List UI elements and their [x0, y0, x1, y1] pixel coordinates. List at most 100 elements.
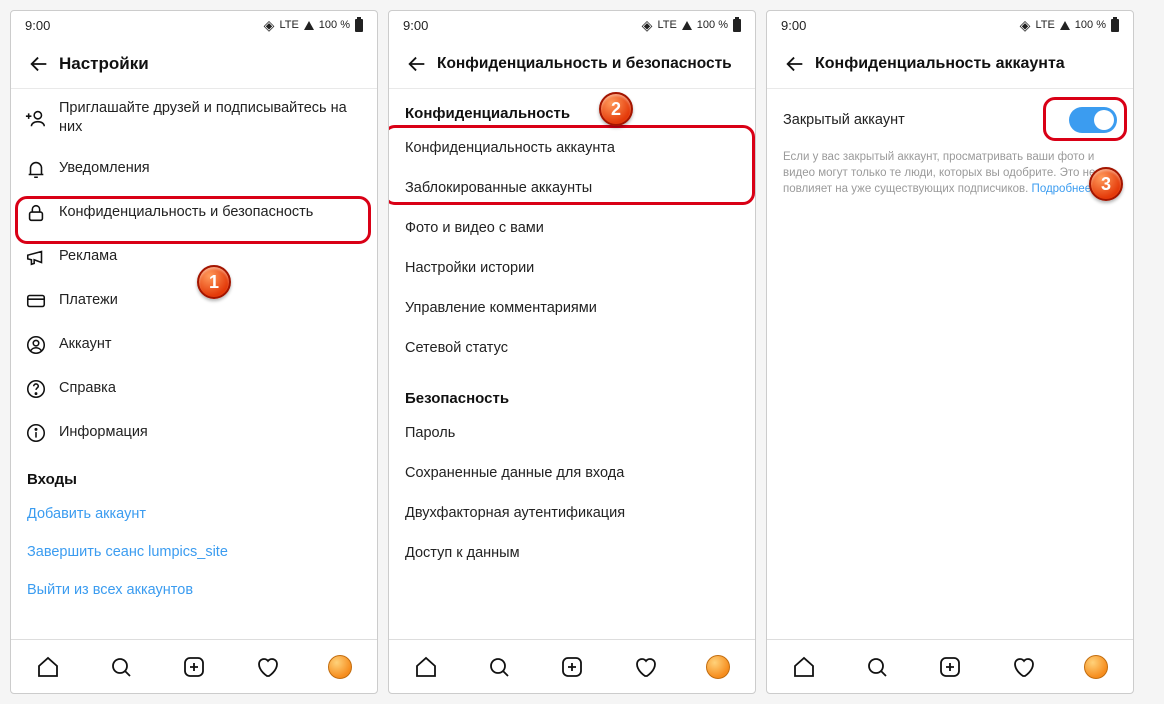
row-comments[interactable]: Управление комментариями [389, 288, 755, 328]
row-password[interactable]: Пароль [389, 413, 755, 453]
battery-icon [355, 19, 363, 32]
row-label: Платежи [59, 291, 361, 310]
status-bar: 9:00 ◈ LTE 100 % [11, 11, 377, 39]
lock-icon [25, 202, 59, 224]
content-area: Конфиденциальность Конфиденциальность ак… [389, 89, 755, 639]
content-area: Закрытый аккаунт Если у вас закрытый акк… [767, 89, 1133, 639]
section-privacy: Конфиденциальность [389, 89, 755, 128]
header: Конфиденциальность аккаунта [767, 39, 1133, 89]
row-account[interactable]: Аккаунт [11, 323, 377, 367]
status-time: 9:00 [25, 18, 50, 33]
link-add-account[interactable]: Добавить аккаунт [11, 494, 377, 532]
nav-add[interactable] [928, 645, 972, 689]
row-story-settings[interactable]: Настройки истории [389, 248, 755, 288]
network-label: LTE [1035, 19, 1054, 31]
row-account-privacy[interactable]: Конфиденциальность аккаунта [389, 128, 755, 168]
row-payments[interactable]: Платежи [11, 279, 377, 323]
row-data-access[interactable]: Доступ к данным [389, 533, 755, 573]
link-logout-all[interactable]: Выйти из всех аккаунтов [11, 570, 377, 608]
back-button[interactable] [19, 44, 59, 84]
row-label: Аккаунт [59, 335, 361, 354]
row-saved-login[interactable]: Сохраненные данные для входа [389, 453, 755, 493]
battery-icon [1111, 19, 1119, 32]
learn-more-link[interactable]: Подробнее [1032, 183, 1092, 195]
page-title: Конфиденциальность аккаунта [815, 55, 1065, 73]
nav-home[interactable] [26, 645, 70, 689]
row-label: Уведомления [59, 159, 361, 178]
row-label: Приглашайте друзей и подписывайтесь на н… [59, 99, 361, 137]
battery-label: 100 % [697, 19, 728, 31]
row-label: Конфиденциальность и безопасность [59, 203, 361, 222]
help-icon [25, 378, 59, 400]
megaphone-icon [25, 246, 59, 268]
section-security: Безопасность [389, 368, 755, 413]
page-title: Конфиденциальность и безопасность [437, 55, 732, 73]
status-bar: 9:00 ◈ LTE 100 % [389, 11, 755, 39]
nav-add[interactable] [550, 645, 594, 689]
nav-activity[interactable] [623, 645, 667, 689]
page-title: Настройки [59, 54, 149, 74]
phone-screen-account-privacy: 9:00 ◈ LTE 100 % Конфиденциальность акка… [766, 10, 1134, 694]
battery-label: 100 % [319, 19, 350, 31]
wifi-icon: ◈ [1020, 17, 1031, 34]
private-account-description: Если у вас закрытый аккаунт, просматрива… [767, 145, 1133, 207]
nav-home[interactable] [404, 645, 448, 689]
wifi-icon: ◈ [642, 17, 653, 34]
phone-screen-settings: 9:00 ◈ LTE 100 % Настройки Приглашайте д… [10, 10, 378, 694]
row-blocked[interactable]: Заблокированные аккаунты [389, 168, 755, 208]
nav-search[interactable] [855, 645, 899, 689]
battery-label: 100 % [1075, 19, 1106, 31]
nav-activity[interactable] [1001, 645, 1045, 689]
toggle-label: Закрытый аккаунт [783, 112, 905, 128]
row-invite-friends[interactable]: Приглашайте друзей и подписывайтесь на н… [11, 89, 377, 147]
add-user-icon [25, 107, 59, 129]
nav-profile[interactable] [318, 645, 362, 689]
nav-activity[interactable] [245, 645, 289, 689]
header: Настройки [11, 39, 377, 89]
status-time: 9:00 [781, 18, 806, 33]
nav-search[interactable] [477, 645, 521, 689]
row-activity-status[interactable]: Сетевой статус [389, 328, 755, 368]
nav-add[interactable] [172, 645, 216, 689]
wifi-icon: ◈ [264, 17, 275, 34]
row-privacy-security[interactable]: Конфиденциальность и безопасность [11, 191, 377, 235]
row-photos-you[interactable]: Фото и видео с вами [389, 208, 755, 248]
row-info[interactable]: Информация [11, 411, 377, 455]
bottom-nav [767, 639, 1133, 693]
row-notifications[interactable]: Уведомления [11, 147, 377, 191]
avatar-icon [706, 655, 730, 679]
signal-icon [304, 21, 314, 30]
row-label: Справка [59, 379, 361, 398]
content-area: Приглашайте друзей и подписывайтесь на н… [11, 89, 377, 639]
row-2fa[interactable]: Двухфакторная аутентификация [389, 493, 755, 533]
bottom-nav [11, 639, 377, 693]
nav-profile[interactable] [696, 645, 740, 689]
nav-profile[interactable] [1074, 645, 1118, 689]
status-right: ◈ LTE 100 % [1020, 17, 1119, 34]
back-button[interactable] [775, 44, 815, 84]
row-label: Информация [59, 423, 361, 442]
bottom-nav [389, 639, 755, 693]
private-account-toggle[interactable] [1069, 107, 1117, 133]
back-button[interactable] [397, 44, 437, 84]
nav-search[interactable] [99, 645, 143, 689]
status-right: ◈ LTE 100 % [642, 17, 741, 34]
status-right: ◈ LTE 100 % [264, 17, 363, 34]
status-bar: 9:00 ◈ LTE 100 % [767, 11, 1133, 39]
nav-home[interactable] [782, 645, 826, 689]
link-logout-user[interactable]: Завершить сеанс lumpics_site [11, 532, 377, 570]
avatar-icon [1084, 655, 1108, 679]
status-time: 9:00 [403, 18, 428, 33]
avatar-icon [328, 655, 352, 679]
card-icon [25, 290, 59, 312]
header: Конфиденциальность и безопасность [389, 39, 755, 89]
info-icon [25, 422, 59, 444]
signal-icon [682, 21, 692, 30]
row-help[interactable]: Справка [11, 367, 377, 411]
row-private-account: Закрытый аккаунт [767, 89, 1133, 145]
row-ads[interactable]: Реклама [11, 235, 377, 279]
row-label: Реклама [59, 247, 361, 266]
user-icon [25, 334, 59, 356]
signal-icon [1060, 21, 1070, 30]
network-label: LTE [657, 19, 676, 31]
